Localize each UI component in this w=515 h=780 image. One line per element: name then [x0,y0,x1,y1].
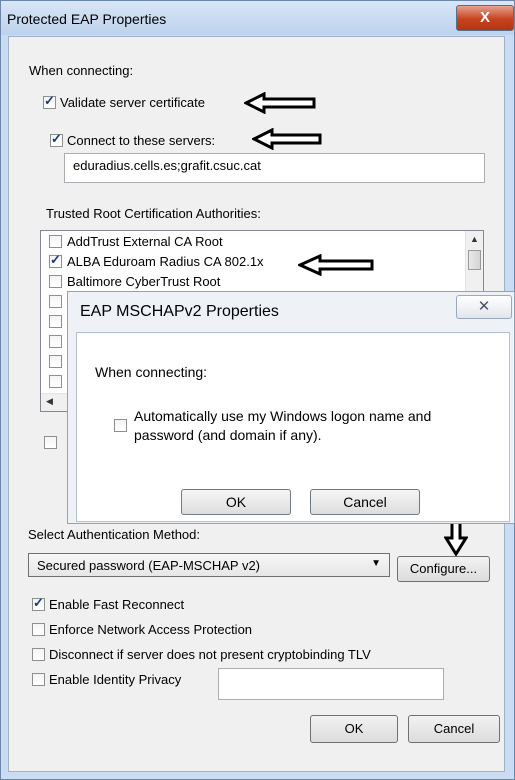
list-item-checkbox[interactable] [49,315,62,328]
scroll-thumb[interactable] [468,250,481,270]
chevron-down-icon: ▼ [371,558,381,569]
title-bar[interactable]: Protected EAP Properties X [1,1,514,35]
auto-logon-label-line1: Automatically use my Windows logon name … [134,408,432,424]
list-item-checkbox[interactable] [49,275,62,288]
auto-logon-checkbox[interactable] [114,419,127,432]
trusted-root-label: Trusted Root Certification Authorities: [46,206,261,221]
hidden-option-checkbox[interactable] [44,436,57,449]
annotation-arrow-left-icon [298,254,374,276]
list-item-checkbox[interactable] [49,375,62,388]
cancel-button[interactable]: Cancel [408,715,500,743]
auth-method-label: Select Authentication Method: [28,527,201,542]
mschapv2-ok-button[interactable]: OK [181,489,291,515]
list-item-checkbox[interactable] [49,295,62,308]
network-access-protection-checkbox[interactable] [32,623,45,636]
when-connecting-label: When connecting: [29,63,134,78]
validate-certificate-checkbox[interactable] [43,93,56,109]
mschapv2-title: EAP MSCHAPv2 Properties [80,303,279,320]
close-icon[interactable]: ✕ [456,295,512,319]
list-item-checkbox[interactable] [49,355,62,368]
identity-privacy-label: Enable Identity Privacy [49,672,182,687]
cryptobinding-checkbox[interactable] [32,648,45,661]
close-button[interactable]: X [456,5,514,31]
window-title: Protected EAP Properties [7,11,167,27]
cryptobinding-label: Disconnect if server does not present cr… [49,647,371,662]
auth-method-select[interactable]: Secured password (EAP-MSCHAP v2) ▼ [28,553,390,577]
fast-reconnect-checkbox[interactable] [32,595,45,611]
annotation-arrow-left-icon [252,128,322,150]
identity-privacy-input[interactable] [218,668,444,700]
connect-servers-checkbox[interactable] [50,131,63,147]
fast-reconnect-label: Enable Fast Reconnect [49,597,185,612]
list-item-checkbox[interactable] [49,335,62,348]
mschapv2-dialog: EAP MSCHAPv2 Properties ✕ When connectin… [67,291,515,524]
list-item-label: Baltimore CyberTrust Root [67,274,221,289]
list-item-label: AddTrust External CA Root [67,234,223,249]
network-access-protection-label: Enforce Network Access Protection [49,622,253,637]
identity-privacy-checkbox[interactable] [32,673,45,686]
servers-input[interactable]: eduradius.cells.es;grafit.csuc.cat [64,153,485,183]
mschapv2-client-area: When connecting: Automatically use my Wi… [76,332,510,522]
auto-logon-label-line2: password (and domain if any). [134,427,322,443]
auth-method-value: Secured password (EAP-MSCHAP v2) [37,558,261,573]
configure-button[interactable]: Configure... [397,556,490,582]
validate-certificate-label: Validate server certificate [60,95,205,110]
connect-servers-label: Connect to these servers: [67,133,216,148]
arrow-left-icon[interactable]: ◀ [43,395,56,408]
annotation-arrow-left-icon [244,92,316,114]
mschapv2-cancel-button[interactable]: Cancel [310,489,420,515]
arrow-up-icon[interactable]: ▲ [468,233,481,246]
list-item-label: ALBA Eduroam Radius CA 802.1x [67,254,264,269]
ok-button[interactable]: OK [310,715,398,743]
list-item-checkbox[interactable] [49,235,62,248]
list-item-checkbox[interactable] [49,252,62,268]
mschapv2-when-connecting: When connecting: [95,364,208,380]
